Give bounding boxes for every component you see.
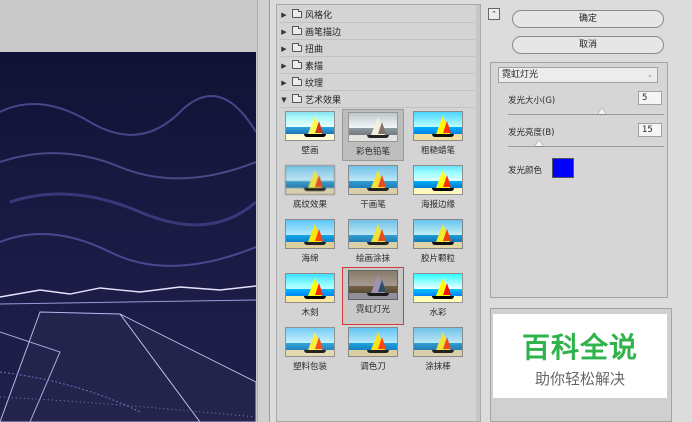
category-label: 艺术效果	[305, 96, 342, 106]
filter-label: 霓虹灯光	[355, 305, 390, 315]
category-label: 画笔描边	[305, 28, 342, 38]
glow-size-input[interactable]: 5	[638, 91, 662, 105]
glow-color-swatch[interactable]	[552, 158, 574, 178]
watermark-subtitle: 助你轻松解决	[534, 370, 625, 388]
filter-label: 水彩	[429, 308, 447, 318]
thumb-image	[285, 111, 335, 141]
folder-icon	[292, 60, 302, 69]
thumb-image	[285, 219, 335, 249]
preview-scrollbar[interactable]	[257, 0, 269, 422]
filter-label: 彩色铅笔	[355, 147, 390, 157]
thumb-image	[348, 219, 398, 249]
folder-icon	[292, 9, 302, 18]
glow-brightness-input[interactable]: 15	[638, 123, 662, 137]
filter-thumb-poster-edges[interactable]: 海报边缘	[407, 163, 469, 215]
filter-label: 调色刀	[360, 362, 386, 372]
category-stylize[interactable]: ▶ 风格化	[279, 7, 475, 23]
filter-select[interactable]: 霓虹灯光 ⌄	[498, 67, 658, 83]
thumb-image	[413, 111, 463, 141]
ok-button[interactable]: 确定	[512, 10, 664, 28]
filter-label: 底纹效果	[292, 200, 327, 210]
filter-gallery-dialog: ▶ 风格化 ▶ 画笔描边 ▶ 扭曲 ▶ 素描 ▶ 纹理 ▼ 艺术效果 壁画 彩色…	[0, 0, 692, 422]
filter-label: 海报边缘	[420, 200, 455, 210]
filter-label: 木刻	[301, 308, 319, 318]
watermark: 百科全说 助你轻松解决	[493, 314, 667, 398]
thumb-image	[285, 273, 335, 303]
expand-arrow-icon: ▶	[281, 61, 287, 70]
category-brush-strokes[interactable]: ▶ 画笔描边	[279, 24, 475, 40]
filter-thumb-neon-glow[interactable]: 霓虹灯光	[342, 267, 404, 325]
thumb-image	[285, 165, 335, 195]
category-texture[interactable]: ▶ 纹理	[279, 75, 475, 91]
cancel-button[interactable]: 取消	[512, 36, 664, 54]
gallery-scrollbar[interactable]	[476, 5, 480, 421]
category-distort[interactable]: ▶ 扭曲	[279, 41, 475, 57]
filter-thumb-palette-knife[interactable]: 调色刀	[342, 325, 404, 377]
filter-thumb-dry-brush[interactable]: 干画笔	[342, 163, 404, 215]
filter-thumb-sponge[interactable]: 海绵	[279, 217, 341, 269]
filter-label: 涂抹棒	[425, 362, 451, 372]
category-label: 扭曲	[305, 45, 324, 55]
filter-label: 胶片颗粒	[420, 254, 455, 264]
filter-thumb-film-grain[interactable]: 胶片颗粒	[407, 217, 469, 269]
category-sketch[interactable]: ▶ 素描	[279, 58, 475, 74]
filter-label: 粗糙蜡笔	[420, 146, 455, 156]
preview-pane	[0, 0, 270, 422]
preview-image	[0, 52, 256, 422]
filter-label: 干画笔	[360, 200, 386, 210]
filter-thumb-colored-pencil[interactable]: 彩色铅笔	[342, 109, 404, 161]
glow-brightness-slider-thumb[interactable]	[535, 140, 544, 146]
folder-icon	[292, 26, 302, 35]
filter-thumb-paint-daubs[interactable]: 绘画涂抹	[342, 217, 404, 269]
folder-open-icon	[292, 94, 302, 103]
thumb-image	[348, 270, 398, 300]
filter-thumb-plastic-wrap[interactable]: 塑料包装	[279, 325, 341, 377]
filter-select-value: 霓虹灯光	[502, 70, 539, 80]
category-label: 素描	[305, 62, 324, 72]
expand-arrow-icon: ▶	[281, 10, 287, 19]
filter-thumb-smudge-stick[interactable]: 涂抹棒	[407, 325, 469, 377]
collapse-arrow-icon: ▼	[281, 95, 287, 104]
glow-size-slider-thumb[interactable]	[597, 108, 606, 114]
folder-icon	[292, 77, 302, 86]
collapse-gallery-icon[interactable]: ⌃	[488, 8, 500, 20]
filter-label: 海绵	[301, 254, 319, 264]
filter-label: 塑料包装	[292, 362, 327, 372]
category-artistic[interactable]: ▼ 艺术效果	[279, 92, 475, 108]
expand-arrow-icon: ▶	[281, 27, 287, 36]
filter-label: 壁画	[301, 146, 319, 156]
glow-brightness-slider[interactable]	[508, 146, 664, 147]
category-label: 风格化	[305, 11, 333, 21]
category-label: 纹理	[305, 79, 324, 89]
thumb-image	[285, 327, 335, 357]
thumb-image	[413, 165, 463, 195]
thumb-image	[348, 112, 398, 142]
thumb-image	[348, 165, 398, 195]
thumb-image	[413, 327, 463, 357]
expand-arrow-icon: ▶	[281, 44, 287, 53]
watermark-title: 百科全说	[521, 331, 638, 364]
filter-thumb-fresco[interactable]: 壁画	[279, 109, 341, 161]
expand-arrow-icon: ▶	[281, 78, 287, 87]
thumb-image	[348, 327, 398, 357]
filter-thumb-watercolor[interactable]: 水彩	[407, 271, 469, 323]
glow-brightness-label: 发光亮度(B)	[508, 128, 555, 138]
filter-thumb-underpainting[interactable]: 底纹效果	[279, 163, 341, 215]
folder-icon	[292, 43, 302, 52]
thumb-image	[413, 273, 463, 303]
filter-thumb-cutout[interactable]: 木刻	[279, 271, 341, 323]
glow-size-label: 发光大小(G)	[508, 96, 556, 106]
filter-label: 绘画涂抹	[355, 254, 390, 264]
thumb-image	[413, 219, 463, 249]
filter-thumb-rough-pastels[interactable]: 粗糙蜡笔	[407, 109, 469, 161]
glow-color-label: 发光颜色	[508, 166, 543, 176]
glow-size-slider[interactable]	[508, 114, 664, 115]
filter-gallery: ▶ 风格化 ▶ 画笔描边 ▶ 扭曲 ▶ 素描 ▶ 纹理 ▼ 艺术效果 壁画 彩色…	[276, 4, 481, 422]
chevron-down-icon: ⌄	[647, 71, 653, 79]
